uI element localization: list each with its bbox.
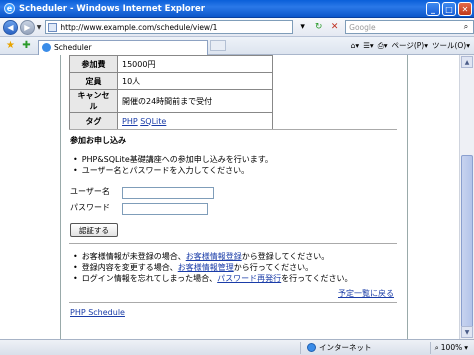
window-title: Scheduler - Windows Internet Explorer xyxy=(19,3,205,14)
scroll-down-icon[interactable]: ▼ xyxy=(461,326,473,338)
home-icon[interactable]: ⌂▾ xyxy=(351,41,360,50)
info-key: キャンセル xyxy=(69,89,118,113)
table-row: 定員 10人 xyxy=(69,72,273,90)
password-label: パスワード xyxy=(70,203,110,212)
command-bar: ⌂▾ ☰▾ ⎙▾ ページ(P) ▾ ツール(O) ▾ xyxy=(351,40,474,51)
maximize-button[interactable]: □ xyxy=(442,2,456,16)
security-zone: インターネット xyxy=(300,341,410,354)
status-bar: インターネット ⌕ 100% ▾ xyxy=(0,339,474,355)
tab-page-icon xyxy=(42,43,51,52)
info-key: タグ xyxy=(69,112,118,130)
address-toolbar: ◀ ▶ ▼ http://www.example.com/schedule/vi… xyxy=(0,18,474,37)
add-favorite-icon[interactable]: ✚ xyxy=(21,40,32,51)
table-row: キャンセル 開催の24時間前まで受付 xyxy=(69,89,273,113)
back-to-list-link[interactable]: 予定一覧に戻る xyxy=(338,288,394,299)
signup-notes: PHP&SQLite基礎講座への参加申し込みを行います。 ユーザー名とパスワード… xyxy=(73,154,273,176)
event-info-table: 参加費 15000円 定員 10人 キャンセル 開催の24時間前まで受付 タグ … xyxy=(69,55,273,130)
search-icon[interactable]: ⌕ xyxy=(459,21,473,33)
search-input[interactable]: Google xyxy=(346,23,459,32)
window-titlebar: e Scheduler - Windows Internet Explorer … xyxy=(0,0,474,18)
signup-heading: 参加お申し込み xyxy=(70,136,126,145)
authenticate-button[interactable]: 認証する xyxy=(70,223,118,237)
vertical-scrollbar[interactable]: ▲ ▼ xyxy=(459,55,474,339)
address-bar[interactable]: http://www.example.com/schedule/view/1 xyxy=(45,20,294,34)
username-label: ユーザー名 xyxy=(70,187,110,196)
favorites-star-icon[interactable]: ★ xyxy=(5,40,16,51)
forward-button[interactable]: ▶ xyxy=(19,19,35,35)
reset-password-link[interactable]: パスワード再発行 xyxy=(217,274,281,283)
table-row: 参加費 15000円 xyxy=(69,55,273,73)
list-item: ユーザー名とパスワードを入力してください。 xyxy=(73,165,273,176)
zoom-level: 100% xyxy=(440,343,463,352)
register-link[interactable]: お客様情報登録 xyxy=(186,252,242,261)
internet-globe-icon xyxy=(307,343,316,352)
info-value: 開催の24時間前まで受付 xyxy=(117,89,273,113)
manage-account-link[interactable]: お客様情報管理 xyxy=(178,263,234,272)
tab-toolbar: ★ ✚ Scheduler ⌂▾ ☰▾ ⎙▾ ページ(P) ▾ ツール(O) ▾ xyxy=(0,37,474,55)
info-key: 定員 xyxy=(69,72,118,90)
list-item: PHP&SQLite基礎講座への参加申し込みを行います。 xyxy=(73,154,273,165)
list-item: お客様情報が未登録の場合、お客様情報登録から登録してください。 xyxy=(73,251,353,262)
page-viewport: 参加費 15000円 定員 10人 キャンセル 開催の24時間前まで受付 タグ … xyxy=(0,55,474,339)
tools-menu[interactable]: ツール(O) ▾ xyxy=(432,40,470,51)
divider xyxy=(69,302,397,303)
tab-label: Scheduler xyxy=(54,43,92,52)
info-key: 参加費 xyxy=(69,55,118,73)
list-item: 登録内容を変更する場合、お客様情報管理から行ってください。 xyxy=(73,262,353,273)
window-controls: _ □ ✕ xyxy=(426,2,472,16)
zone-label: インターネット xyxy=(319,343,372,352)
tag-link-sqlite[interactable]: SQLite xyxy=(140,117,166,126)
info-value: 10人 xyxy=(117,72,273,90)
list-item: ログイン情報を忘れてしまった場合、パスワード再発行を行ってください。 xyxy=(73,273,353,284)
search-box[interactable]: Google ⌕ xyxy=(345,20,474,34)
help-list: お客様情報が未登録の場合、お客様情報登録から登録してください。 登録内容を変更す… xyxy=(73,251,353,284)
divider xyxy=(69,243,397,244)
close-button[interactable]: ✕ xyxy=(458,2,472,16)
page-icon xyxy=(48,22,58,32)
address-dropdown-icon[interactable]: ▾ xyxy=(296,21,309,34)
username-input[interactable] xyxy=(122,187,214,199)
zoom-control[interactable]: ⌕ 100% ▾ xyxy=(429,341,474,354)
page-menu[interactable]: ページ(P) ▾ xyxy=(391,40,428,51)
address-url[interactable]: http://www.example.com/schedule/view/1 xyxy=(60,23,217,32)
history-dropdown-icon[interactable]: ▼ xyxy=(37,24,42,31)
divider xyxy=(69,129,397,130)
password-input[interactable] xyxy=(122,203,208,215)
scrollbar-thumb[interactable] xyxy=(461,155,473,330)
table-row: タグ PHP SQLite xyxy=(69,112,273,130)
info-value: 15000円 xyxy=(117,55,273,73)
tab-scheduler[interactable]: Scheduler xyxy=(38,39,208,55)
refresh-icon[interactable]: ↻ xyxy=(312,21,325,34)
scroll-up-icon[interactable]: ▲ xyxy=(461,56,473,68)
print-icon[interactable]: ⎙▾ xyxy=(378,41,388,51)
stop-icon[interactable]: ✕ xyxy=(328,21,341,34)
feeds-icon[interactable]: ☰▾ xyxy=(363,41,374,50)
back-button[interactable]: ◀ xyxy=(3,19,18,35)
ie-logo-icon: e xyxy=(4,3,15,14)
address-actions: ▾ ↻ ✕ xyxy=(296,21,341,34)
info-value: PHP SQLite xyxy=(117,112,273,130)
minimize-button[interactable]: _ xyxy=(426,2,440,16)
new-tab-button[interactable] xyxy=(210,40,226,51)
tag-link-php[interactable]: PHP xyxy=(122,117,138,126)
zoom-dropdown-icon[interactable]: ▾ xyxy=(464,343,468,352)
footer-link[interactable]: PHP Schedule xyxy=(70,308,125,317)
zoom-magnifier-icon: ⌕ xyxy=(434,342,439,352)
page-content: 参加費 15000円 定員 10人 キャンセル 開催の24時間前まで受付 タグ … xyxy=(60,55,408,339)
